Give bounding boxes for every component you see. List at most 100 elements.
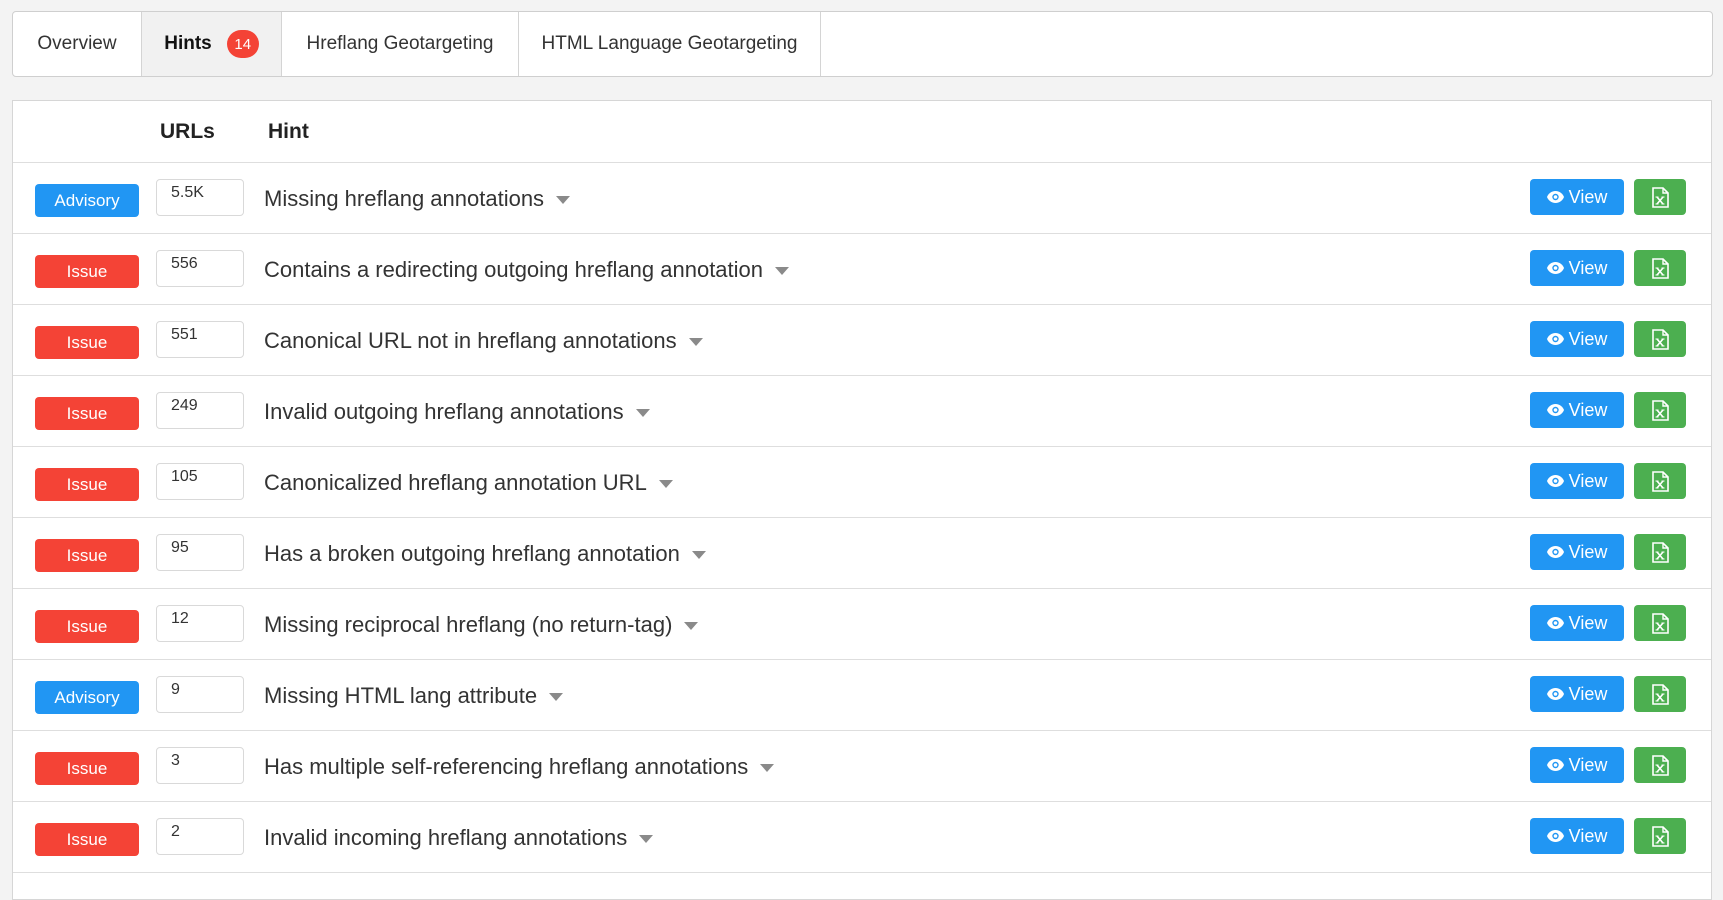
caret-down-icon <box>775 267 790 275</box>
excel-file-icon <box>1651 612 1669 634</box>
table-row: Advisory 9 Missing HTML lang attribute V… <box>13 660 1711 731</box>
table-row: Issue 249 Invalid outgoing hreflang anno… <box>13 376 1711 447</box>
eye-icon <box>1546 830 1564 842</box>
table-row: Advisory 5.5K Missing hreflang annotatio… <box>13 163 1711 234</box>
excel-file-icon <box>1651 541 1669 563</box>
export-excel-button[interactable] <box>1634 534 1686 570</box>
view-button[interactable]: View <box>1530 321 1624 357</box>
column-header-hint[interactable]: Hint <box>268 101 309 163</box>
view-button-label: View <box>1568 186 1608 207</box>
hint-toggle[interactable]: Invalid outgoing hreflang annotations <box>264 376 650 447</box>
column-header-urls[interactable]: URLs <box>160 101 215 163</box>
view-button[interactable]: View <box>1530 534 1624 570</box>
hint-toggle[interactable]: Missing reciprocal hreflang (no return-t… <box>264 589 699 660</box>
url-count: 9 <box>156 676 244 713</box>
hint-toggle[interactable]: Missing hreflang annotations <box>264 163 571 234</box>
hint-label: Missing reciprocal hreflang (no return-t… <box>264 611 673 637</box>
view-button-label: View <box>1568 754 1608 775</box>
table-row: Issue 551 Canonical URL not in hreflang … <box>13 305 1711 376</box>
url-count: 556 <box>156 250 244 287</box>
severity-badge: Issue <box>35 468 139 501</box>
hint-label: Canonical URL not in hreflang annotation… <box>264 327 677 353</box>
severity-badge: Advisory <box>35 681 139 714</box>
hint-toggle[interactable]: Canonical URL not in hreflang annotation… <box>264 305 703 376</box>
tab-overview[interactable]: Overview <box>13 12 142 76</box>
severity-badge: Issue <box>35 539 139 572</box>
view-button[interactable]: View <box>1530 463 1624 499</box>
export-excel-button[interactable] <box>1634 605 1686 641</box>
hint-toggle[interactable]: Has a broken outgoing hreflang annotatio… <box>264 518 706 589</box>
eye-icon <box>1546 262 1564 274</box>
severity-badge: Issue <box>35 326 139 359</box>
excel-file-icon <box>1651 825 1669 847</box>
hint-label: Canonicalized hreflang annotation URL <box>264 469 647 495</box>
table-row: Issue 556 Contains a redirecting outgoin… <box>13 234 1711 305</box>
excel-file-icon <box>1651 399 1669 421</box>
table-row: Issue 12 Missing reciprocal hreflang (no… <box>13 589 1711 660</box>
caret-down-icon <box>556 196 571 204</box>
view-button[interactable]: View <box>1530 747 1624 783</box>
tab-bar: Overview Hints 14 Hreflang Geotargeting … <box>12 11 1713 77</box>
view-button-label: View <box>1568 399 1608 420</box>
hint-toggle[interactable]: Canonicalized hreflang annotation URL <box>264 447 673 518</box>
table-row: Issue 2 Invalid incoming hreflang annota… <box>13 802 1711 873</box>
hint-toggle[interactable]: Has multiple self-referencing hreflang a… <box>264 731 775 802</box>
export-excel-button[interactable] <box>1634 392 1686 428</box>
tab-hints-label: Hints <box>164 33 212 54</box>
hint-label: Missing hreflang annotations <box>264 185 545 211</box>
hint-label: Invalid incoming hreflang annotations <box>264 824 628 850</box>
excel-file-icon <box>1651 186 1669 208</box>
caret-down-icon <box>688 338 703 346</box>
hint-toggle[interactable]: Missing HTML lang attribute <box>264 660 564 731</box>
export-excel-button[interactable] <box>1634 747 1686 783</box>
tab-html-language-geotargeting-label: HTML Language Geotargeting <box>541 33 798 54</box>
hint-label: Missing HTML lang attribute <box>264 682 538 708</box>
view-button-label: View <box>1568 257 1608 278</box>
export-excel-button[interactable] <box>1634 250 1686 286</box>
excel-file-icon <box>1651 257 1669 279</box>
export-excel-button[interactable] <box>1634 179 1686 215</box>
hint-label: Invalid outgoing hreflang annotations <box>264 398 624 424</box>
caret-down-icon <box>635 409 650 417</box>
tab-html-language-geotargeting[interactable]: HTML Language Geotargeting <box>519 12 821 76</box>
table-header: URLs Hint <box>13 101 1711 163</box>
tab-hints[interactable]: Hints 14 <box>142 12 282 76</box>
export-excel-button[interactable] <box>1634 676 1686 712</box>
view-button[interactable]: View <box>1530 250 1624 286</box>
url-count: 95 <box>156 534 244 571</box>
export-excel-button[interactable] <box>1634 463 1686 499</box>
view-button[interactable]: View <box>1530 179 1624 215</box>
hints-count-badge: 14 <box>226 30 259 58</box>
tab-overview-label: Overview <box>37 33 117 54</box>
view-button[interactable]: View <box>1530 392 1624 428</box>
url-count: 5.5K <box>156 179 244 216</box>
caret-down-icon <box>549 693 564 701</box>
table-row: Issue 3 Has multiple self-referencing hr… <box>13 731 1711 802</box>
tab-hreflang-geotargeting[interactable]: Hreflang Geotargeting <box>282 12 519 76</box>
table-body: Advisory 5.5K Missing hreflang annotatio… <box>13 163 1711 873</box>
eye-icon <box>1546 333 1564 345</box>
url-count: 249 <box>156 392 244 429</box>
severity-badge: Advisory <box>35 184 139 217</box>
hint-toggle[interactable]: Invalid incoming hreflang annotations <box>264 802 654 873</box>
severity-badge: Issue <box>35 255 139 288</box>
eye-icon <box>1546 617 1564 629</box>
excel-file-icon <box>1651 683 1669 705</box>
caret-down-icon <box>760 764 775 772</box>
export-excel-button[interactable] <box>1634 321 1686 357</box>
caret-down-icon <box>658 480 673 488</box>
eye-icon <box>1546 475 1564 487</box>
caret-down-icon <box>684 622 699 630</box>
view-button[interactable]: View <box>1530 605 1624 641</box>
view-button[interactable]: View <box>1530 818 1624 854</box>
view-button-label: View <box>1568 683 1608 704</box>
hint-label: Has multiple self-referencing hreflang a… <box>264 753 749 779</box>
hint-label: Contains a redirecting outgoing hreflang… <box>264 256 764 282</box>
export-excel-button[interactable] <box>1634 818 1686 854</box>
url-count: 2 <box>156 818 244 855</box>
view-button-label: View <box>1568 612 1608 633</box>
hint-toggle[interactable]: Contains a redirecting outgoing hreflang… <box>264 234 790 305</box>
eye-icon <box>1546 759 1564 771</box>
hint-label: Has a broken outgoing hreflang annotatio… <box>264 540 680 566</box>
view-button[interactable]: View <box>1530 676 1624 712</box>
